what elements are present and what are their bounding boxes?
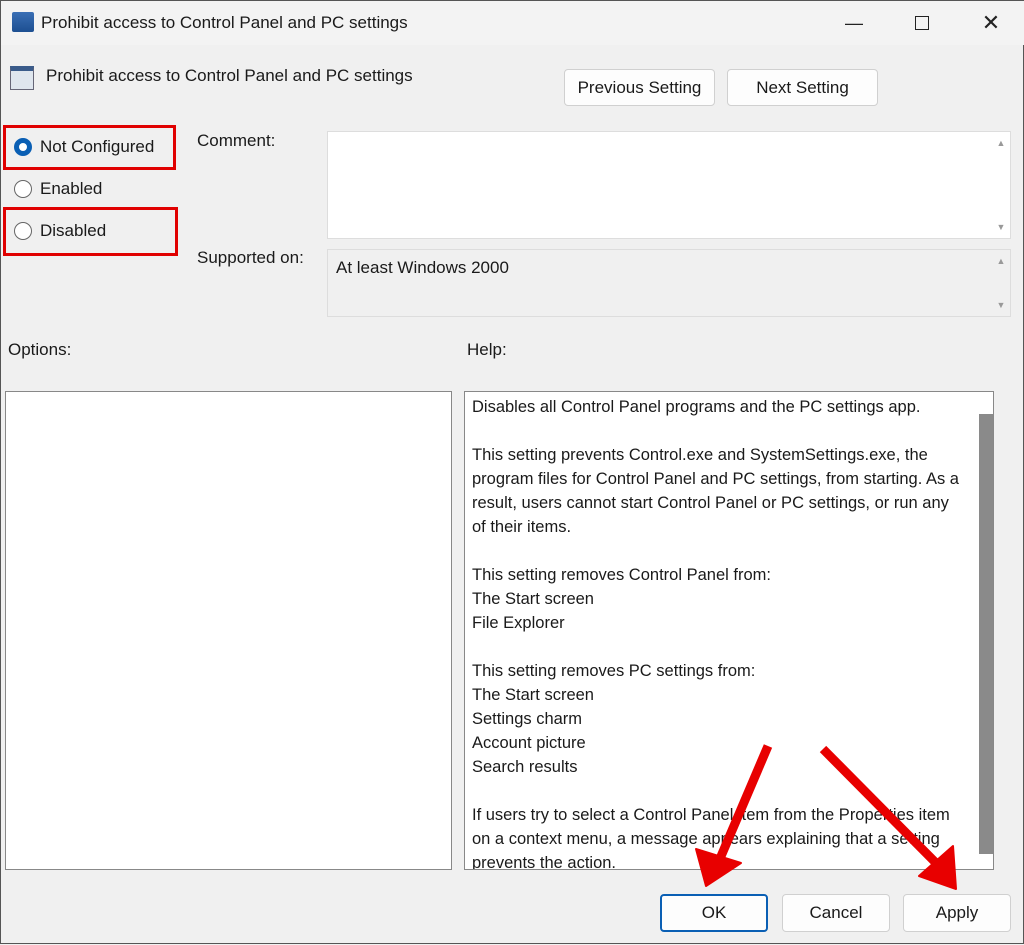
arrow-to-apply-shaft: [819, 745, 940, 867]
arrow-to-ok-shaft: [714, 744, 773, 863]
annotation-arrows: [695, 744, 957, 890]
